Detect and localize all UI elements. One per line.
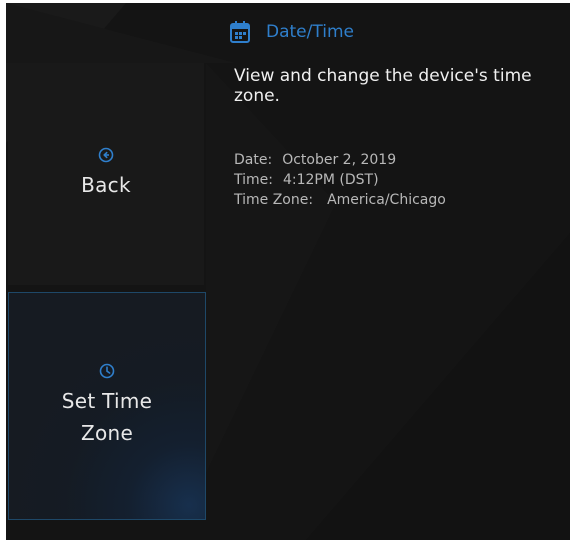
page-title: Date/Time [266,22,354,42]
back-button-label: Back [81,173,131,197]
time-value: 4:12PM (DST) [282,172,379,188]
calendar-icon [230,21,250,43]
back-button[interactable]: Back [8,63,204,285]
page-header: Date/Time [230,21,354,43]
datetime-info: Date: October 2, 2019 Time: 4:12PM (DST) T… [234,150,446,210]
set-time-zone-button[interactable]: Set Time Zone [8,292,206,520]
time-label: Time: [234,172,273,188]
date-value: October 2, 2019 [282,152,397,168]
date-row: Date: October 2, 2019 [234,150,446,170]
timezone-value: America/Chicago [327,192,446,208]
date-label: Date: [234,152,273,168]
screen: Date/Time View and change the device's t… [6,3,570,540]
back-arrow-circle-icon [98,147,114,163]
timezone-label: Time Zone: [234,192,314,208]
clock-icon [99,363,115,379]
time-row: Time: 4:12PM (DST) [234,170,446,190]
set-time-zone-label-line2: Zone [80,421,134,445]
timezone-row: Time Zone: America/Chicago [234,190,446,210]
set-time-zone-label-line1: Set Time [61,389,153,413]
page-description: View and change the device's time zone. [234,66,532,106]
